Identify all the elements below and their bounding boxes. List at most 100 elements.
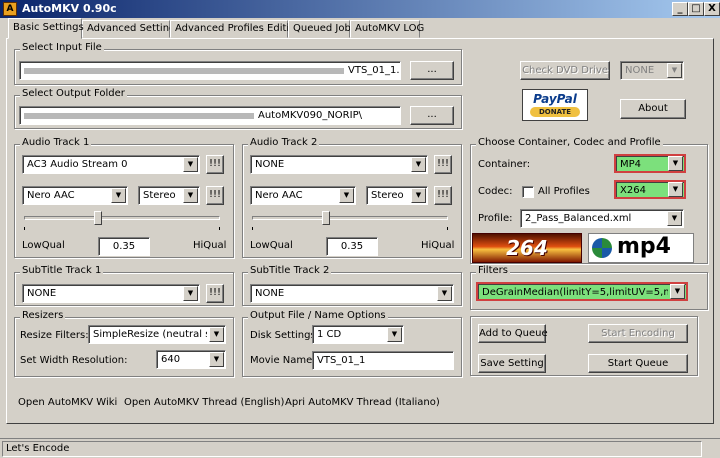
audio-2-quality-slider[interactable] xyxy=(252,216,448,220)
tab-basic-settings[interactable]: Basic Settings xyxy=(8,18,84,39)
audio-1-high-label: HiQual xyxy=(193,240,227,251)
paypal-donate-button[interactable]: PayPal DONATE xyxy=(522,89,588,121)
slider-tick xyxy=(447,227,448,230)
audio-2-extra-button[interactable]: !!! xyxy=(434,186,452,205)
paypal-logo: PayPal xyxy=(533,92,577,106)
status-bar: Let's Encode xyxy=(0,438,720,458)
audio-2-channels-select[interactable]: Stereo ▼ xyxy=(366,186,428,205)
save-setting-button[interactable]: Save Setting xyxy=(478,354,546,373)
subtitle-track-1-value: NONE xyxy=(27,288,57,299)
chevron-down-icon: ▼ xyxy=(668,156,683,171)
subtitle-track-2-legend: SubTitle Track 2 xyxy=(248,265,332,276)
subtitle-track-1-select[interactable]: NONE ▼ xyxy=(22,284,200,303)
minimize-button[interactable]: _ xyxy=(672,2,688,16)
resize-filters-label: Resize Filters: xyxy=(20,330,89,341)
audio-1-codec-value: Nero AAC xyxy=(27,190,75,201)
dvd-drive-select[interactable]: NONE ▼ xyxy=(620,61,684,80)
tab-queued-job[interactable]: Queued Job xyxy=(288,20,351,38)
chevron-down-icon: ▼ xyxy=(111,188,126,203)
start-queue-button[interactable]: Start Queue xyxy=(588,354,688,373)
audio-track-1-select[interactable]: AC3 Audio Stream 0 ▼ xyxy=(22,155,200,174)
profile-select[interactable]: 2_Pass_Balanced.xml ▼ xyxy=(520,209,684,228)
audio-track-1-extra-button[interactable]: !!! xyxy=(206,155,224,174)
app-icon: A xyxy=(3,2,17,16)
input-file-value: VTS_01_1. xyxy=(348,65,400,76)
thread-italian-link[interactable]: Apri AutoMKV Thread (Italiano) xyxy=(285,397,440,408)
tab-automkv-log[interactable]: AutoMKV LOG xyxy=(350,20,424,38)
dvd-drive-value: NONE xyxy=(625,65,655,76)
audio-2-quality-slider-thumb[interactable] xyxy=(322,211,330,225)
tab-advanced-settings[interactable]: Advanced Settings xyxy=(82,20,181,38)
check-dvd-drive-button[interactable]: Check DVD Drive xyxy=(520,61,610,80)
output-folder-legend: Select Output Folder xyxy=(20,88,127,99)
resize-filter-value: SimpleResize (neutral soft) xyxy=(93,329,207,340)
audio-2-quality-field[interactable]: 0.35 xyxy=(326,237,378,256)
codec-select[interactable]: X264 ▼ xyxy=(614,180,686,199)
audio-1-quality-field[interactable]: 0.35 xyxy=(98,237,150,256)
input-file-field[interactable]: VTS_01_1. xyxy=(19,61,401,80)
audio-track-2-select[interactable]: NONE ▼ xyxy=(250,155,428,174)
audio-track-2-extra-button[interactable]: !!! xyxy=(434,155,452,174)
about-button[interactable]: About xyxy=(620,99,686,119)
mp4-logo-text: mp4 xyxy=(617,234,671,259)
container-value: MP4 xyxy=(620,159,642,170)
subtitle-track-1-extra-button[interactable]: !!! xyxy=(206,284,224,303)
resizers-legend: Resizers xyxy=(20,310,66,321)
all-profiles-checkbox[interactable] xyxy=(522,186,534,198)
audio-track-2-value: NONE xyxy=(255,159,285,170)
codec-value: X264 xyxy=(620,185,646,196)
output-folder-browse-button[interactable]: ... xyxy=(410,106,454,125)
movie-name-field[interactable]: VTS_01_1 xyxy=(312,351,454,370)
mp4-logo: mp4 xyxy=(588,233,694,263)
mp4-logo-mark-icon xyxy=(592,238,612,258)
output-folder-value: AutoMKV090_NORIP\ xyxy=(258,110,362,121)
slider-tick xyxy=(24,227,25,230)
width-resolution-label: Set Width Resolution: xyxy=(20,355,128,366)
output-options-legend: Output File / Name Options xyxy=(248,310,388,321)
audio-1-extra-button[interactable]: !!! xyxy=(206,186,224,205)
output-folder-field[interactable]: AutoMKV090_NORIP\ xyxy=(19,106,401,125)
slider-tick xyxy=(252,227,253,230)
wiki-link[interactable]: Open AutoMKV Wiki xyxy=(18,397,117,408)
audio-2-channels-value: Stereo xyxy=(371,190,404,201)
window-title: AutoMKV 0.90c xyxy=(22,2,117,15)
container-select[interactable]: MP4 ▼ xyxy=(614,154,686,173)
audio-1-quality-slider-thumb[interactable] xyxy=(94,211,102,225)
disk-settings-select[interactable]: 1 CD ▼ xyxy=(312,325,404,344)
audio-1-quality-slider[interactable] xyxy=(24,216,220,220)
audio-track-1-value: AC3 Audio Stream 0 xyxy=(27,159,128,170)
chevron-down-icon: ▼ xyxy=(183,157,198,172)
chevron-down-icon: ▼ xyxy=(668,182,683,197)
subtitle-track-2-select[interactable]: NONE ▼ xyxy=(250,284,454,303)
close-button[interactable]: X xyxy=(704,2,720,16)
thread-english-link[interactable]: Open AutoMKV Thread (English) xyxy=(124,397,284,408)
slider-tick xyxy=(219,227,220,230)
audio-track-2-legend: Audio Track 2 xyxy=(248,137,320,148)
input-file-browse-button[interactable]: ... xyxy=(410,61,454,80)
filters-legend: Filters xyxy=(476,265,510,276)
maximize-button[interactable]: □ xyxy=(688,2,704,16)
audio-1-channels-value: Stereo xyxy=(143,190,176,201)
tab-advanced-profiles-editing[interactable]: Advanced Profiles Editing xyxy=(170,20,302,38)
resize-filter-select[interactable]: SimpleResize (neutral soft) ▼ xyxy=(88,325,226,344)
input-file-legend: Select Input File xyxy=(20,42,104,53)
width-resolution-select[interactable]: 640 ▼ xyxy=(156,350,226,369)
audio-2-low-label: LowQual xyxy=(250,240,293,251)
audio-1-codec-select[interactable]: Nero AAC ▼ xyxy=(22,186,128,205)
start-encoding-button[interactable]: Start Encoding xyxy=(588,324,688,343)
audio-2-codec-select[interactable]: Nero AAC ▼ xyxy=(250,186,356,205)
add-to-queue-button[interactable]: Add to Queue xyxy=(478,324,548,343)
audio-track-1-legend: Audio Track 1 xyxy=(20,137,92,148)
disk-settings-value: 1 CD xyxy=(317,329,342,340)
width-resolution-value: 640 xyxy=(161,354,181,365)
x264-logo-text: 264 xyxy=(506,236,548,260)
filters-select[interactable]: DeGrainMedian(limitY=5,limitUV=5,mode=3 … xyxy=(476,282,688,301)
chevron-down-icon: ▼ xyxy=(209,327,224,342)
donate-label: DONATE xyxy=(530,107,580,117)
audio-2-codec-value: Nero AAC xyxy=(255,190,303,201)
container-group-legend: Choose Container, Codec and Profile xyxy=(476,137,663,148)
audio-1-channels-select[interactable]: Stereo ▼ xyxy=(138,186,200,205)
profile-label: Profile: xyxy=(478,213,513,224)
chevron-down-icon: ▼ xyxy=(183,286,198,301)
chevron-down-icon: ▼ xyxy=(411,188,426,203)
